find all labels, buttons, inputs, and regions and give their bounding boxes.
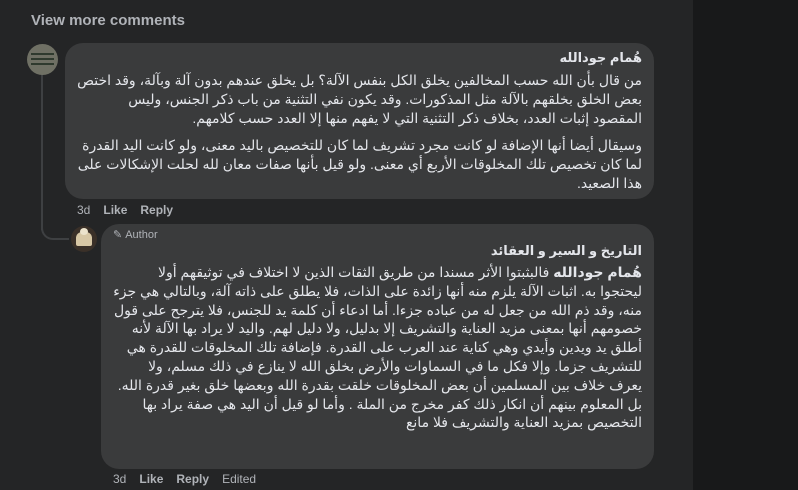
comment-timestamp[interactable]: 3d xyxy=(77,203,90,217)
thread-connector xyxy=(41,212,69,240)
comment-actions: 3d Like Reply xyxy=(77,203,173,217)
reply-button[interactable]: Reply xyxy=(140,203,173,217)
author-badge-label: Author xyxy=(125,229,158,241)
reply-button[interactable]: Reply xyxy=(176,472,209,486)
comment-actions: 3d Like Reply Edited xyxy=(113,472,256,486)
like-button[interactable]: Like xyxy=(139,472,163,486)
edited-label[interactable]: Edited xyxy=(222,472,256,486)
mention-link[interactable]: هُمام جودالله xyxy=(553,264,642,280)
avatar[interactable] xyxy=(27,44,58,75)
comment-bubble: هُمام جودالله من قال بأن الله حسب المخال… xyxy=(65,43,654,199)
comment-text: وسيقال أيضا أنها الإضافة لو كانت مجرد تش… xyxy=(77,137,642,191)
pencil-icon: ✎ xyxy=(113,229,123,241)
thread-line xyxy=(41,74,43,230)
comment-text: من قال بأن الله حسب المخالفين يخلق الكل … xyxy=(77,72,642,126)
comment-text: هُمام جودالله فالبثبتوا الأثر مسندا من ط… xyxy=(113,263,642,432)
reply-bubble: ✎ Author التاريخ و السير و العقائد هُمام … xyxy=(101,224,654,469)
comment-author[interactable]: التاريخ و السير و العقائد xyxy=(113,242,642,259)
background-edge xyxy=(693,0,798,490)
like-button[interactable]: Like xyxy=(103,203,127,217)
comment-body: فالبثبتوا الأثر مسندا من طريق الثقات الذ… xyxy=(113,264,642,431)
avatar[interactable] xyxy=(71,226,97,252)
view-more-comments-link[interactable]: View more comments xyxy=(31,12,185,29)
comments-panel: View more comments هُمام جودالله من قال … xyxy=(0,0,798,490)
author-badge: ✎ Author xyxy=(113,228,642,242)
comment-author[interactable]: هُمام جودالله xyxy=(77,49,642,66)
comment-timestamp[interactable]: 3d xyxy=(113,472,126,486)
